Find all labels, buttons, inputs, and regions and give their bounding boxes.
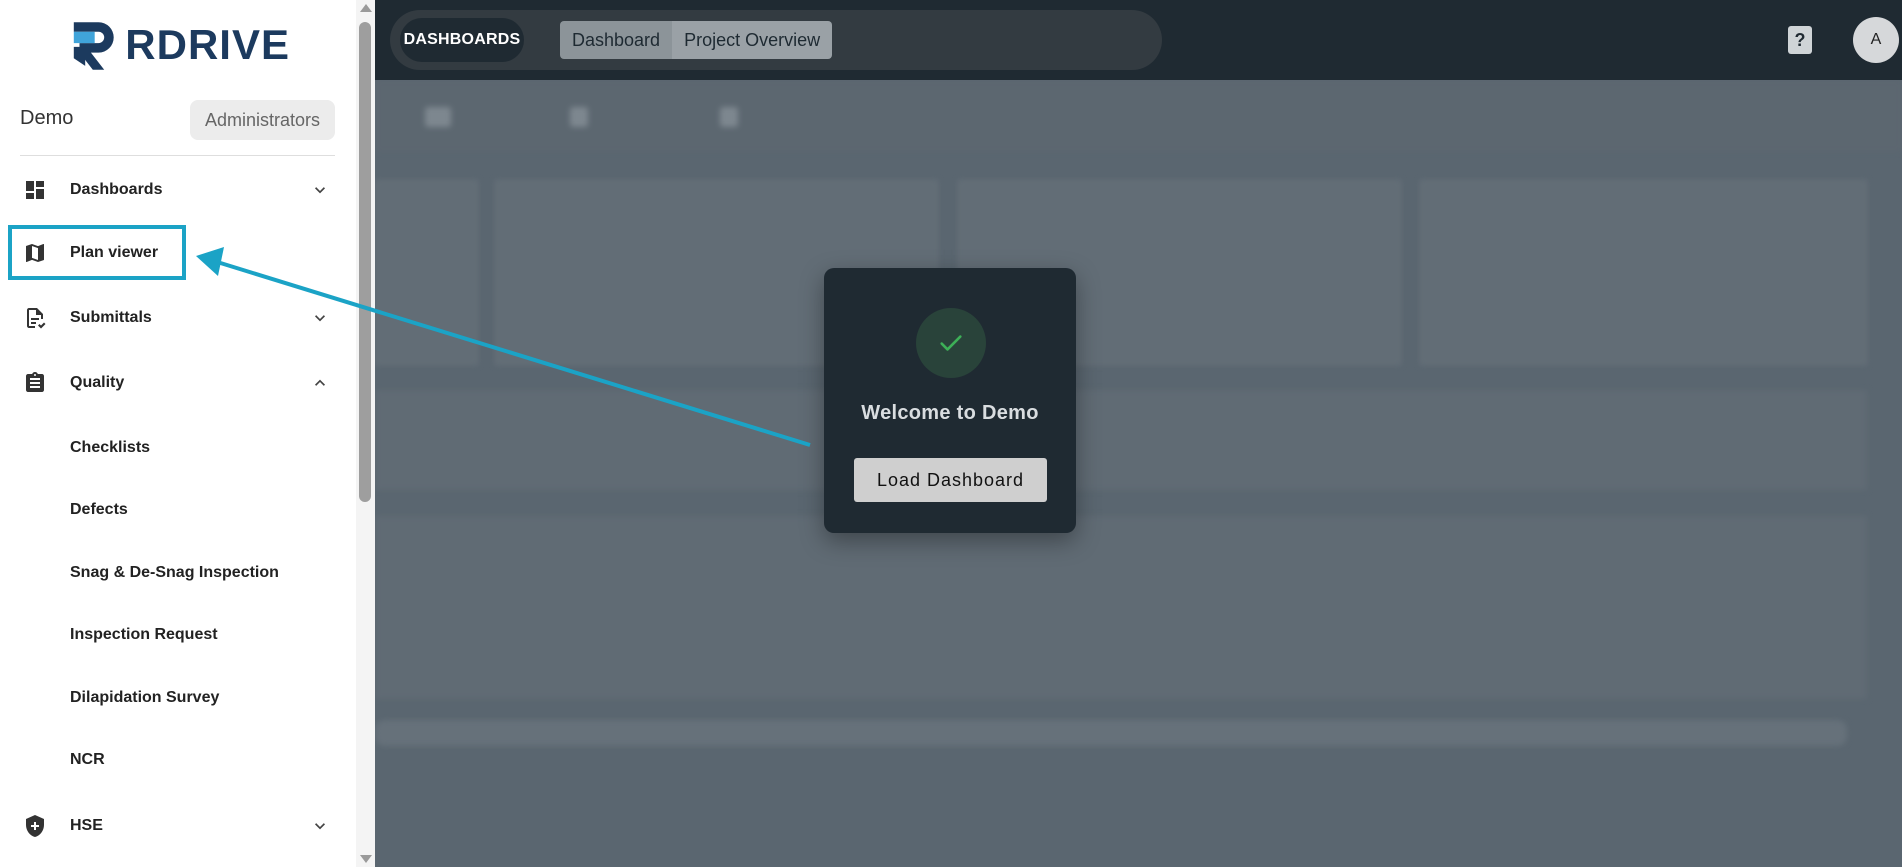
sidebar-subitem-dilapidation-survey[interactable]: Dilapidation Survey	[70, 687, 219, 709]
sidebar-scrollbar[interactable]	[356, 0, 375, 867]
check-icon	[916, 308, 986, 378]
sidebar-item-label: Dashboards	[70, 181, 163, 198]
bg-link	[570, 106, 588, 128]
divider	[20, 155, 335, 156]
sidebar-subitem-snag-inspection[interactable]: Snag & De-Snag Inspection	[70, 562, 279, 584]
sidebar-subitem-checklists[interactable]: Checklists	[70, 437, 150, 459]
bg-bar	[375, 720, 1847, 746]
bg-card	[375, 180, 478, 365]
user-avatar[interactable]: A	[1853, 17, 1899, 63]
top-bar: DASHBOARDS Dashboard Project Overview ? …	[375, 0, 1902, 80]
chevron-down-icon[interactable]	[308, 178, 332, 202]
chevron-down-icon[interactable]	[308, 306, 332, 330]
logo-text: RDRIVE	[125, 21, 290, 68]
bg-link	[433, 106, 451, 128]
shield-plus-icon	[22, 813, 48, 839]
sidebar-item-hse[interactable]: HSE	[0, 804, 355, 848]
sidebar-subitem-defects[interactable]: Defects	[70, 499, 128, 521]
sidebar: RDRIVE Demo Administrators Dashboards Pl…	[0, 0, 375, 867]
header-pill-group: DASHBOARDS Dashboard Project Overview	[390, 10, 1162, 70]
scroll-up-arrow-icon[interactable]	[360, 4, 372, 12]
document-check-icon	[22, 305, 48, 331]
sidebar-subitem-inspection-request[interactable]: Inspection Request	[70, 624, 218, 646]
brand-logo[interactable]: RDRIVE	[70, 14, 290, 76]
project-name[interactable]: Demo	[20, 107, 73, 130]
sidebar-item-label: Quality	[70, 374, 125, 391]
sidebar-item-dashboards[interactable]: Dashboards	[0, 168, 355, 212]
help-button[interactable]: ?	[1788, 26, 1812, 54]
scroll-down-arrow-icon[interactable]	[360, 855, 372, 863]
bg-panel	[375, 516, 1867, 699]
logo-mark-icon	[73, 22, 114, 70]
sidebar-item-label: Submittals	[70, 309, 152, 326]
chevron-down-icon[interactable]	[308, 814, 332, 838]
dashboards-section-pill[interactable]: DASHBOARDS	[400, 18, 524, 62]
sidebar-item-submittals[interactable]: Submittals	[0, 296, 355, 340]
dashboard-icon	[22, 177, 48, 203]
load-dashboard-button[interactable]: Load Dashboard	[854, 458, 1047, 502]
sidebar-item-quality[interactable]: Quality	[0, 361, 355, 405]
plan-viewer-highlight	[8, 225, 186, 280]
bg-card	[1420, 180, 1867, 365]
chevron-up-icon[interactable]	[308, 371, 332, 395]
clipboard-icon	[22, 370, 48, 396]
tab-dashboard[interactable]: Dashboard	[560, 21, 673, 59]
modal-title: Welcome to Demo	[861, 402, 1039, 424]
bg-link	[720, 106, 738, 128]
sidebar-subitem-ncr[interactable]: NCR	[70, 749, 105, 771]
dashboard-tabs: Dashboard Project Overview	[560, 21, 833, 59]
sidebar-item-label: HSE	[70, 817, 103, 834]
welcome-modal: Welcome to Demo Load Dashboard	[824, 268, 1076, 533]
tab-project-overview[interactable]: Project Overview	[672, 21, 833, 59]
background-content	[375, 80, 1902, 867]
bg-panel	[375, 390, 1867, 490]
background-subnav	[375, 80, 1902, 152]
scroll-thumb[interactable]	[359, 22, 371, 502]
role-badge: Administrators	[190, 100, 335, 140]
